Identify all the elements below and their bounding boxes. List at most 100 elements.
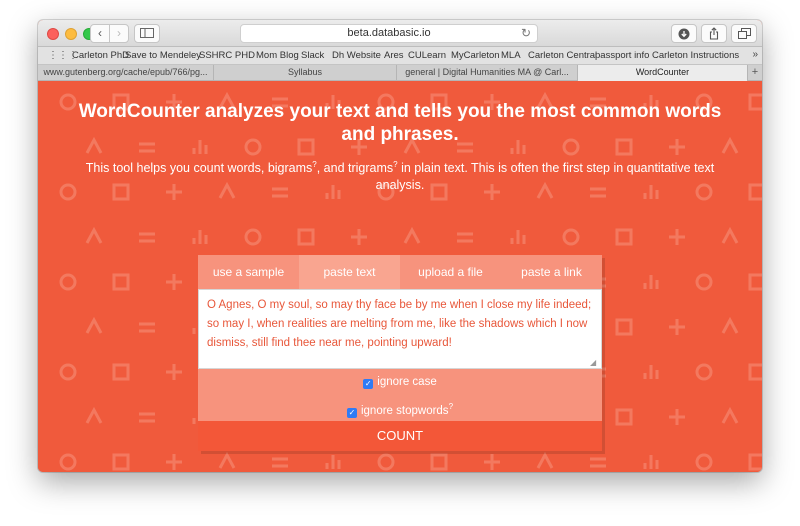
ignore-stopwords-checkbox[interactable]: ✓: [346, 407, 357, 418]
address-bar[interactable]: beta.databasic.io ↻: [240, 24, 538, 43]
more-bookmarks-icon[interactable]: »: [752, 49, 758, 60]
tab-use-sample[interactable]: use a sample: [198, 255, 299, 289]
bookmark-item[interactable]: Carleton PhD: [72, 50, 129, 61]
pattern-shape: [166, 274, 182, 290]
bookmark-item[interactable]: MyCarleton: [451, 50, 500, 61]
bookmark-item[interactable]: Carleton Instructions: [652, 50, 739, 61]
reload-icon[interactable]: ↻: [521, 25, 531, 42]
pattern-shape: [166, 364, 182, 380]
pattern-shape: [297, 228, 315, 246]
close-window-button[interactable]: [47, 28, 59, 40]
pattern-shape: [166, 454, 182, 470]
ignore-case-checkbox[interactable]: ✓: [363, 379, 374, 389]
options-panel: ✓ ignore case ✓ ignore stopwords?: [198, 369, 602, 421]
bookmark-item[interactable]: passport info: [595, 50, 649, 61]
pattern-shape: [59, 93, 77, 111]
pattern-shape: [669, 409, 685, 425]
tab-bar: www.gutenberg.org/cache/epub/766/pg... S…: [38, 65, 762, 81]
browser-toolbar: ‹ › beta.databasic.io ↻: [38, 20, 762, 47]
downloads-button[interactable]: [671, 24, 697, 43]
pattern-shape: [351, 229, 367, 245]
pattern-shape: [615, 228, 633, 246]
pattern-shape: [721, 226, 739, 244]
browser-tab[interactable]: www.gutenberg.org/cache/epub/766/pg...: [38, 65, 214, 81]
pattern-shape: [695, 363, 713, 381]
pattern-shape: [112, 453, 130, 471]
chevron-left-icon: ‹: [98, 26, 102, 40]
input-mode-tabs: use a sample paste text upload a file pa…: [198, 255, 602, 289]
pattern-shape: [59, 363, 77, 381]
text-input[interactable]: [198, 289, 602, 369]
count-button[interactable]: COUNT: [198, 421, 602, 451]
back-button[interactable]: ‹: [90, 24, 110, 43]
download-icon: [678, 28, 690, 40]
minimize-window-button[interactable]: [65, 28, 77, 40]
bookmark-item[interactable]: Save to Mendeley: [125, 50, 201, 61]
pattern-shape: [325, 455, 341, 469]
pattern-shape: [59, 453, 77, 471]
pattern-shape: [721, 406, 739, 424]
bookmark-item[interactable]: Ares: [384, 50, 404, 61]
bookmark-item[interactable]: MLA: [501, 50, 521, 61]
browser-tab[interactable]: general | Digital Humanities MA @ Carl..…: [397, 65, 578, 81]
pattern-shape: [562, 228, 580, 246]
pattern-shape: [430, 453, 448, 471]
bookmark-item[interactable]: Mom Blog: [256, 50, 299, 61]
bookmarks-bar: ⋮⋮⋮ Carleton PhD Save to Mendeley SSHRC …: [38, 47, 762, 65]
pattern-shape: [403, 226, 421, 244]
pattern-shape: [748, 453, 762, 471]
pattern-shape: [721, 316, 739, 334]
tabs-overview-icon: [737, 28, 751, 39]
pattern-shape: [748, 93, 762, 111]
browser-tab-active[interactable]: WordCounter: [578, 65, 748, 81]
help-icon[interactable]: ?: [449, 402, 453, 411]
ignore-case-option[interactable]: ✓ ignore case: [198, 376, 602, 389]
tab-paste-link[interactable]: paste a link: [501, 255, 602, 289]
pattern-shape: [85, 316, 103, 334]
bookmark-item[interactable]: Carleton Central: [528, 50, 597, 61]
pattern-shape: [484, 454, 500, 470]
page-content: WordCounter analyzes your text and tells…: [38, 82, 762, 472]
pattern-shape: [85, 406, 103, 424]
tab-upload-file[interactable]: upload a file: [400, 255, 501, 289]
sidebar-toggle-button[interactable]: [134, 24, 160, 43]
share-icon: [709, 27, 719, 40]
pattern-shape: [669, 319, 685, 335]
pattern-shape: [748, 183, 762, 201]
ignore-stopwords-option[interactable]: ✓ ignore stopwords?: [198, 402, 602, 418]
new-tab-icon[interactable]: +: [748, 65, 762, 81]
pattern-shape: [748, 363, 762, 381]
pattern-shape: [377, 453, 395, 471]
chevron-right-icon: ›: [117, 26, 121, 40]
pattern-shape: [695, 453, 713, 471]
url-text: beta.databasic.io: [347, 27, 431, 39]
sidebar-icon: [140, 28, 154, 38]
wordcounter-widget: use a sample paste text upload a file pa…: [198, 255, 602, 451]
bookmark-item[interactable]: Slack: [301, 50, 324, 61]
pattern-shape: [536, 451, 554, 469]
pattern-shape: [590, 457, 606, 468]
pattern-shape: [510, 230, 526, 244]
browser-tab[interactable]: Syllabus: [214, 65, 397, 81]
bookmark-item[interactable]: SSHRC PHD: [199, 50, 255, 61]
pattern-shape: [643, 275, 659, 289]
forward-button[interactable]: ›: [109, 24, 129, 43]
pattern-shape: [112, 273, 130, 291]
show-tabs-button[interactable]: [731, 24, 757, 43]
tab-paste-text[interactable]: paste text: [299, 255, 400, 289]
bookmark-item[interactable]: Dh Website: [332, 50, 381, 61]
pattern-shape: [218, 451, 236, 469]
pattern-shape: [457, 232, 473, 243]
pattern-shape: [721, 136, 739, 154]
pattern-shape: [748, 273, 762, 291]
bookmark-item[interactable]: CULearn: [408, 50, 446, 61]
pattern-shape: [85, 226, 103, 244]
pattern-shape: [59, 273, 77, 291]
page-description: This tool helps you count words, bigrams…: [85, 160, 715, 193]
pattern-shape: [615, 318, 633, 336]
pattern-shape: [139, 412, 155, 423]
share-button[interactable]: [701, 24, 727, 43]
pattern-shape: [272, 457, 288, 468]
pattern-shape: [615, 408, 633, 426]
pattern-shape: [643, 365, 659, 379]
